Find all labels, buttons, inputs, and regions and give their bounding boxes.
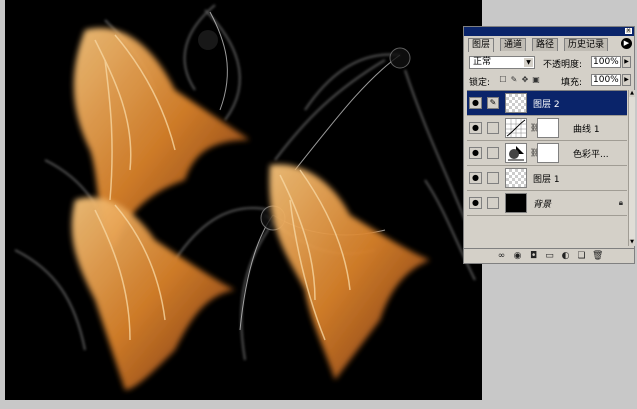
layer-list: ● ✎ 图层 2 ● ⛓ 曲线 1 ● ⛓ 色彩平... ● 图层 1 ● 背景… xyxy=(467,90,627,247)
trash-icon[interactable]: 🗑︎ xyxy=(592,251,603,262)
layer-thumbnail xyxy=(505,193,527,213)
fill-label: 填充: xyxy=(561,78,583,88)
layer-list-scrollbar[interactable]: ▲ ▼ xyxy=(628,90,635,246)
layer-row-color-balance[interactable]: ● ⛓ 色彩平... xyxy=(467,141,627,166)
brush-icon[interactable]: ✎ xyxy=(487,97,499,109)
layer-mask-thumbnail xyxy=(537,143,559,163)
eye-icon[interactable]: ● xyxy=(469,172,482,184)
layer-name: 图层 2 xyxy=(533,100,560,110)
palette-tabs: 图层 通道 路径 历史记录 xyxy=(468,38,634,52)
layer-row-layer-1[interactable]: ● 图层 1 xyxy=(467,166,627,191)
lock-move-icon[interactable]: ✥ xyxy=(521,75,529,84)
layer-row-curves-1[interactable]: ● ⛓ 曲线 1 xyxy=(467,116,627,141)
tab-channels[interactable]: 通道 xyxy=(500,38,527,51)
eye-icon[interactable]: ● xyxy=(469,122,482,134)
eye-icon[interactable]: ● xyxy=(469,197,482,209)
document-canvas[interactable] xyxy=(5,0,482,400)
palette-titlebar[interactable]: × xyxy=(464,27,634,36)
scroll-up-icon[interactable]: ▲ xyxy=(629,90,635,97)
close-icon[interactable]: × xyxy=(625,28,632,34)
eye-icon[interactable]: ● xyxy=(469,97,482,109)
tab-layers[interactable]: 图层 xyxy=(468,38,495,52)
layer-thumbnail xyxy=(505,168,527,188)
layer-thumbnail xyxy=(505,93,527,113)
layer-row-layer-2[interactable]: ● ✎ 图层 2 xyxy=(467,91,627,116)
lock-row: 锁定: ☐ ✎ ✥ ▣ 填充: 100% ▶ xyxy=(469,73,634,88)
layer-name: 背景 xyxy=(533,200,552,210)
color-balance-adjustment-icon xyxy=(505,143,527,163)
opacity-input[interactable]: 100% xyxy=(591,56,621,68)
link-box[interactable] xyxy=(487,172,499,184)
blend-mode-select[interactable]: 正常 ▼ xyxy=(469,56,535,69)
opacity-slider-button[interactable]: ▶ xyxy=(622,56,631,68)
link-box[interactable] xyxy=(487,147,499,159)
lock-all-icon[interactable]: ▣ xyxy=(532,75,540,84)
link-box[interactable] xyxy=(487,122,499,134)
layer-name: 曲线 1 xyxy=(573,125,600,135)
tab-history[interactable]: 历史记录 xyxy=(564,38,609,51)
tab-paths[interactable]: 路径 xyxy=(532,38,559,51)
palette-menu-button[interactable]: ▶ xyxy=(621,38,632,49)
lock-paint-icon[interactable]: ✎ xyxy=(510,75,518,84)
new-layer-icon[interactable]: ❏ xyxy=(576,251,587,262)
lock-transparency-icon[interactable]: ☐ xyxy=(499,75,507,84)
link-box[interactable] xyxy=(487,197,499,209)
link-layers-icon[interactable]: ∞ xyxy=(496,251,507,262)
new-set-icon[interactable]: ▭ xyxy=(544,251,555,262)
layers-palette: × 图层 通道 路径 历史记录 ▶ 正常 ▼ 不透明度: 100% ▶ 锁定: … xyxy=(463,26,635,264)
lock-label: 锁定: xyxy=(469,78,491,88)
layer-row-background[interactable]: ● 背景 🔒︎ xyxy=(467,191,627,216)
eye-icon[interactable]: ● xyxy=(469,147,482,159)
layer-mask-thumbnail xyxy=(537,118,559,138)
layer-mask-icon[interactable]: ◘ xyxy=(528,251,539,262)
palette-footer: ∞ ◉ ◘ ▭ ◐ ❏ 🗑︎ xyxy=(464,248,634,264)
opacity-label: 不透明度: xyxy=(543,60,583,70)
lock-icon: 🔒︎ xyxy=(618,198,623,207)
fill-input[interactable]: 100% xyxy=(591,74,621,86)
layer-name: 图层 1 xyxy=(533,175,560,185)
artwork xyxy=(14,4,476,390)
curves-adjustment-icon xyxy=(505,118,527,138)
triangle-right-icon: ▶ xyxy=(623,39,630,47)
fill-slider-button[interactable]: ▶ xyxy=(622,74,631,86)
chevron-down-icon: ▼ xyxy=(524,58,533,67)
layer-name: 色彩平... xyxy=(573,150,609,160)
blend-row: 正常 ▼ 不透明度: 100% ▶ xyxy=(469,56,634,70)
adjustment-layer-icon[interactable]: ◐ xyxy=(560,251,571,262)
scroll-down-icon[interactable]: ▼ xyxy=(629,239,635,246)
layer-style-icon[interactable]: ◉ xyxy=(512,251,523,262)
